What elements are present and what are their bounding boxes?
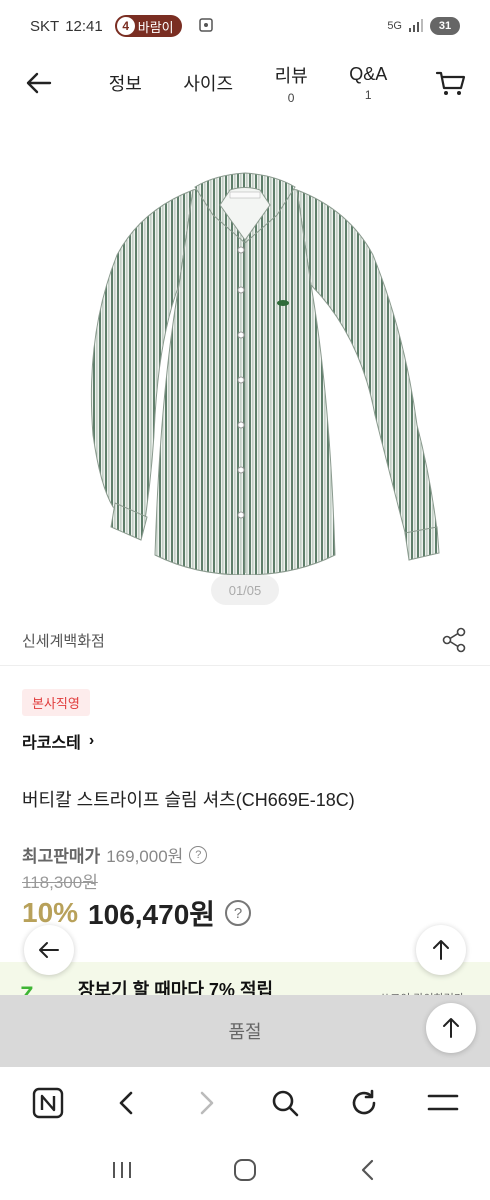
original-price: 118,300원 (22, 873, 98, 892)
recent-apps-icon (112, 1161, 131, 1178)
naver-home-button[interactable] (28, 1083, 68, 1123)
share-button[interactable] (440, 626, 468, 654)
product-tabs: 정보 사이즈 리뷰 0 Q&A 1 (88, 52, 408, 114)
system-navigation-bar (0, 1139, 490, 1200)
divider (0, 665, 490, 666)
product-image[interactable] (45, 135, 445, 585)
chevron-right-icon: › (88, 732, 95, 749)
share-icon (442, 627, 466, 653)
back-chevron-icon (362, 1159, 374, 1180)
review-count: 0 (287, 90, 295, 105)
home-button[interactable] (225, 1150, 265, 1190)
search-icon (272, 1090, 298, 1117)
tab-info[interactable]: 정보 (109, 70, 142, 96)
signal-icon (408, 18, 424, 35)
home-icon (233, 1158, 256, 1181)
tab-qna[interactable]: Q&A 1 (349, 64, 387, 102)
recent-apps-button[interactable] (102, 1150, 142, 1190)
arrow-left-icon (39, 942, 59, 958)
status-bar: SKT 12:41 4 바람이 5G 31 (0, 0, 490, 52)
carrier-label: SKT (30, 17, 60, 35)
system-back-button[interactable] (348, 1150, 388, 1190)
cart-icon (435, 71, 466, 95)
gallery-page-indicator: 01/05 (211, 575, 279, 605)
shirt-illustration (90, 172, 440, 576)
clock: 12:41 (65, 17, 103, 35)
tab-label: Q&A (349, 64, 388, 84)
max-price-label: 최고판매가 (22, 847, 101, 866)
price-help-icon[interactable]: ? (225, 900, 252, 926)
status-right: 5G 31 (387, 17, 460, 35)
tab-size[interactable]: 사이즈 (183, 70, 233, 96)
tab-label: 정보 (108, 74, 142, 94)
soldout-label: 품절 (228, 1022, 262, 1042)
max-price-value: 169,000원 (106, 847, 184, 866)
notification-count: 4 (116, 17, 135, 35)
tab-label: 리뷰 (274, 65, 308, 86)
qna-count: 1 (364, 88, 372, 102)
sale-price: 106,470원 (88, 899, 216, 930)
brand-name: 라코스테 (22, 735, 81, 752)
battery-indicator: 31 (430, 17, 460, 35)
arrow-up-icon (433, 940, 449, 960)
product-header: 정보 사이즈 리뷰 0 Q&A 1 (0, 52, 490, 114)
help-icon[interactable]: ? (189, 845, 208, 864)
chevron-right-icon (200, 1091, 213, 1115)
tab-label: 사이즈 (183, 74, 234, 94)
brand-link[interactable]: 라코스테 › (22, 729, 94, 753)
scroll-top-button[interactable] (416, 925, 466, 975)
back-button[interactable] (22, 66, 56, 100)
network-label: 5G (387, 20, 402, 32)
store-name[interactable]: 신세계백화점 (22, 630, 105, 651)
arrow-left-icon (26, 72, 52, 94)
notification-label: 바람이 (137, 19, 174, 35)
notification-pill[interactable]: 4 바람이 (114, 15, 182, 37)
screenshot-icon (198, 17, 214, 36)
tab-review[interactable]: 리뷰 0 (275, 62, 308, 105)
refresh-icon (352, 1089, 375, 1115)
browser-toolbar (0, 1067, 490, 1139)
menu-button[interactable] (423, 1083, 463, 1123)
floating-back-button[interactable] (24, 925, 74, 975)
naver-logo-icon (32, 1087, 63, 1119)
scroll-top-button-secondary[interactable] (426, 1003, 476, 1053)
refresh-button[interactable] (344, 1083, 384, 1123)
arrow-up-icon (443, 1018, 459, 1038)
max-price-row: 최고판매가 169,000원 ? (22, 842, 208, 867)
official-store-badge: 본사직영 (22, 689, 90, 716)
cart-button[interactable] (434, 66, 468, 100)
status-left: SKT 12:41 4 바람이 (30, 15, 214, 37)
browser-back-button[interactable] (107, 1083, 147, 1123)
product-title: 버티칼 스트라이프 슬림 셔츠(CH669E-18C) (22, 790, 355, 810)
browser-forward-button[interactable] (186, 1083, 226, 1123)
hamburger-menu-icon (427, 1094, 458, 1111)
soldout-bar: 품절 (0, 995, 490, 1067)
chevron-left-icon (119, 1091, 132, 1115)
search-button[interactable] (265, 1083, 305, 1123)
store-row: 신세계백화점 (22, 620, 468, 660)
